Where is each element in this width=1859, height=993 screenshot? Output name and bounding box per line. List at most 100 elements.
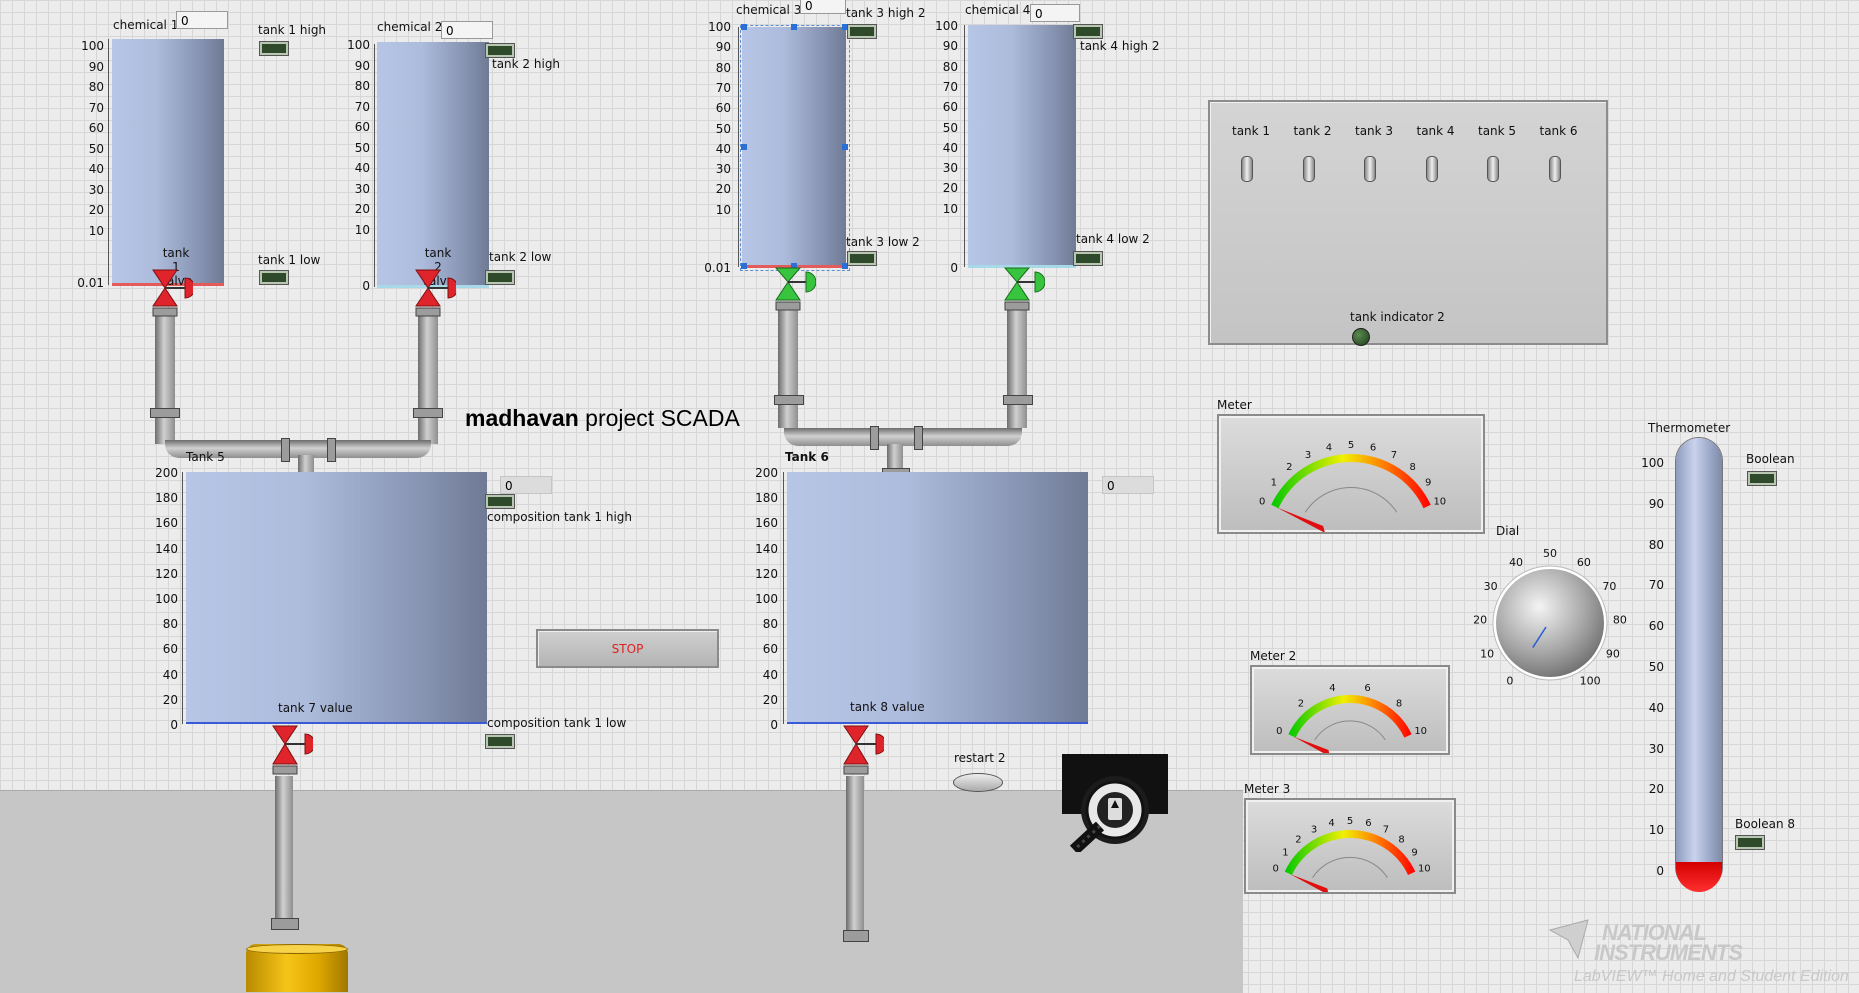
ni-line2: INSTRUMENTS — [1594, 940, 1743, 965]
chemical-3-input[interactable]: 0 — [800, 0, 846, 14]
pipe-tank4-down — [1007, 306, 1027, 428]
meter-2-label: Meter 2 — [1250, 649, 1297, 663]
tank-6-value[interactable]: 0 — [1102, 476, 1154, 494]
tank-4-scale-tick: 100 — [935, 19, 958, 33]
tank-3-valve[interactable] — [772, 266, 817, 316]
tank-6-scale-tick: 0 — [770, 718, 778, 732]
meter-3-tick: 6 — [1365, 818, 1371, 829]
meter-1-tick: 4 — [1326, 443, 1332, 454]
thermometer-scale-tick: 50 — [1648, 660, 1664, 674]
toggle-label-tank-4: tank 4 — [1416, 124, 1455, 138]
meter-3-tick: 4 — [1328, 818, 1334, 829]
pipe-tank8-out — [846, 776, 864, 932]
toggle-switch-tank-4[interactable] — [1425, 156, 1438, 182]
tank-8-valve[interactable] — [840, 724, 887, 780]
meter-3-tick: 8 — [1398, 834, 1404, 845]
tank-3-low-led — [848, 252, 876, 265]
chemical-4-input[interactable]: 0 — [1030, 4, 1080, 22]
chemical-4-label: chemical 4 — [965, 3, 1031, 17]
tank-5-scale-tick: 60 — [162, 642, 178, 657]
toggle-switch-tank-2[interactable] — [1302, 156, 1315, 182]
tank-5-scale-tick: 40 — [162, 667, 178, 682]
meter-1-tick: 9 — [1425, 478, 1431, 489]
meter-3: 0 1 2 3 4 5 6 7 8 9 10 — [1244, 798, 1456, 896]
title-rest: project SCADA — [578, 405, 740, 431]
tank-1-scale-tick: 20 — [88, 203, 104, 217]
green-valve-icon — [774, 267, 817, 311]
red-valve-icon — [415, 269, 459, 317]
chemical-2-label: chemical 2 — [377, 20, 443, 34]
tank-7-valve[interactable] — [269, 724, 316, 780]
tank-4-valve[interactable] — [1001, 266, 1046, 316]
tank-4-scale-tick: 30 — [942, 161, 958, 176]
tank-3-high-label: tank 3 high 2 — [846, 6, 926, 20]
tank-6-scale-tick: 20 — [762, 692, 778, 707]
tank-6-scale-tick: 180 — [755, 491, 778, 506]
chemical-1-label: chemical 1 — [113, 18, 179, 32]
tank-6-scale-tick: 140 — [755, 541, 778, 556]
meter-1-label: Meter — [1217, 398, 1252, 412]
thermometer-scale-tick: 30 — [1648, 741, 1664, 756]
meter-2-inner-arc — [1314, 720, 1386, 741]
tank-3-scale-tick: 60 — [715, 101, 731, 116]
tank-2-scale-min: 0 — [362, 279, 370, 293]
meter-3-tick: 10 — [1418, 863, 1431, 874]
tank-2-scale-tick: 80 — [354, 79, 370, 93]
meter-2-color-arc — [1288, 695, 1412, 738]
boolean-8-led — [1736, 836, 1764, 849]
dial-knob-icon: 0 10 20 30 40 50 60 70 80 90 100 — [1473, 547, 1627, 687]
floor-panel — [0, 790, 1243, 993]
meter-2-tick: 6 — [1364, 683, 1370, 694]
key-switch[interactable] — [1060, 752, 1170, 855]
pipe-tank3-down — [778, 306, 798, 428]
tank-indicator-led — [1352, 328, 1370, 346]
toggle-label-tank-6: tank 6 — [1539, 124, 1578, 138]
tank-3-scale-tick: 50 — [715, 121, 731, 136]
tank-2-high-led — [486, 44, 514, 57]
tank-indicator-label: tank indicator 2 — [1350, 310, 1445, 324]
tank-5-scale-tick: 120 — [155, 566, 178, 581]
thermometer-scale-tick: 60 — [1648, 619, 1664, 634]
tank-7-valve-label: tank 7 value — [278, 701, 353, 715]
meter-2: 0 2 4 6 8 10 — [1250, 665, 1450, 757]
meter-3-needle — [1290, 874, 1330, 896]
chemical-2-input[interactable]: 0 — [441, 21, 493, 39]
dial-tick: 80 — [1613, 613, 1627, 626]
tank-2-valve[interactable] — [412, 268, 459, 324]
tank-1-valve[interactable] — [149, 268, 196, 324]
stop-button[interactable]: STOP — [536, 629, 719, 668]
tank-3-scale-tick: 90 — [715, 40, 731, 55]
tank-5-scale-tick: 160 — [155, 516, 178, 531]
thermometer-scale-tick: 0 — [1656, 864, 1664, 878]
restart-button[interactable] — [953, 773, 1003, 792]
toggle-switch-tank-5[interactable] — [1487, 156, 1499, 182]
dial-knob-body — [1496, 569, 1604, 677]
tank-3-scale-tick: 100 — [708, 20, 731, 34]
dial-tick: 70 — [1602, 580, 1616, 593]
tank-2-scale-tick: 50 — [354, 140, 370, 155]
dial-tick: 10 — [1480, 648, 1494, 661]
tank-3-low-label: tank 3 low 2 — [846, 235, 920, 249]
tank-4-scale-tick: 20 — [942, 181, 958, 196]
dial-knob[interactable]: 0 10 20 30 40 50 60 70 80 90 100 — [1440, 528, 1660, 708]
tank-3-scale-tick: 40 — [715, 141, 731, 156]
tank-2-scale-tick: 20 — [354, 202, 370, 216]
pipe-header-right — [784, 428, 1022, 446]
tank-5-scale-tick: 180 — [155, 491, 178, 506]
meter-1-tick: 1 — [1271, 478, 1277, 489]
toggle-label-tank-1: tank 1 — [1232, 124, 1271, 138]
toggle-switch-tank-6[interactable] — [1548, 156, 1561, 182]
toggle-switch-tank-3[interactable] — [1364, 156, 1376, 182]
tank-5-value[interactable]: 0 — [500, 476, 552, 494]
restart-label: restart 2 — [954, 751, 1006, 765]
stop-label: STOP — [611, 641, 644, 656]
tank-2-scale-tick: 90 — [354, 58, 370, 73]
chemical-1-input[interactable]: 0 — [176, 11, 228, 29]
barrel-icon — [246, 944, 348, 992]
meter-2-tick: 2 — [1298, 698, 1304, 709]
toggle-switch-tank-1[interactable] — [1241, 156, 1253, 182]
tank-1-low-label: tank 1 low — [258, 253, 321, 267]
dial-tick: 90 — [1606, 648, 1620, 661]
tank-1-scale-tick: 90 — [88, 59, 104, 74]
meter-3-color-arc — [1284, 830, 1416, 875]
